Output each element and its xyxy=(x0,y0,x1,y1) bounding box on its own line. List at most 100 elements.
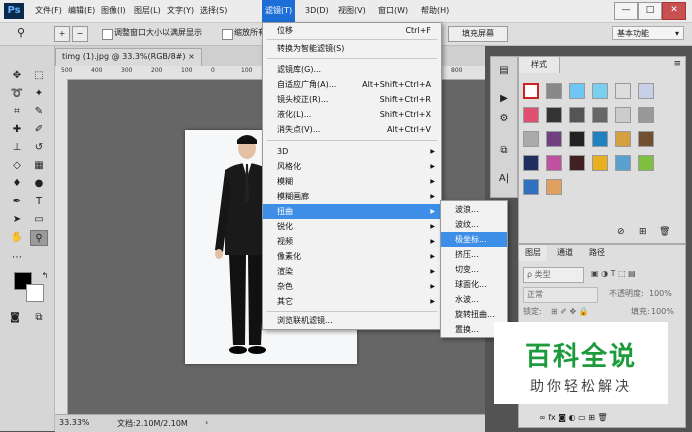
path-selection-icon[interactable]: ➤ xyxy=(8,212,26,228)
tab-paths[interactable]: 路径 xyxy=(583,245,611,261)
style-swatch[interactable] xyxy=(523,83,539,99)
style-swatch[interactable] xyxy=(592,131,608,147)
distort-item[interactable]: 波纹... xyxy=(441,217,507,232)
style-swatch[interactable] xyxy=(569,131,585,147)
eyedropper-icon[interactable]: ✎ xyxy=(30,104,48,120)
distort-item[interactable]: 切变... xyxy=(441,262,507,277)
styles-tab[interactable]: 样式 xyxy=(519,57,560,73)
history-icon[interactable]: ▤ xyxy=(496,63,512,79)
zoom-tool-icon[interactable]: ⚲ xyxy=(30,230,48,246)
menu-help[interactable]: 帮助(H) xyxy=(418,0,452,22)
brush-tool-icon[interactable]: ✐ xyxy=(30,122,48,138)
filter-menu-item[interactable]: 液化(L)... Shift+Ctrl+X xyxy=(263,107,441,122)
filter-menu-item[interactable]: 渲染 ▶ xyxy=(263,264,441,279)
filter-menu-item[interactable]: 转换为智能滤镜(S) xyxy=(263,41,441,56)
menu-select[interactable]: 选择(S) xyxy=(197,0,230,22)
lock-icons[interactable]: ⊞ ✐ ✥ 🔒 xyxy=(551,305,589,319)
filter-menu-item[interactable]: 模糊画廊 ▶ xyxy=(263,189,441,204)
play-action-icon[interactable]: ▶ xyxy=(496,91,512,107)
filter-menu-item[interactable]: 像素化 ▶ xyxy=(263,249,441,264)
filter-menu-item[interactable]: 浏览联机滤镜... xyxy=(263,313,441,328)
screen-mode-icon[interactable]: ⧉ xyxy=(30,310,48,326)
filter-menu-item[interactable]: 镜头校正(R)... Shift+Ctrl+R xyxy=(263,92,441,107)
style-swatch[interactable] xyxy=(546,83,562,99)
tab-channels[interactable]: 通道 xyxy=(551,245,579,261)
fill-value[interactable]: 100% xyxy=(651,305,674,319)
workspace-select[interactable]: 基本功能 ▾ xyxy=(612,26,684,40)
distort-item-polar-coordinates[interactable]: 极坐标... xyxy=(441,232,507,247)
filter-menu-item[interactable]: 杂色 ▶ xyxy=(263,279,441,294)
layer-filter-icons[interactable]: ▣ ◑ T ⬚ ▤ xyxy=(591,267,636,281)
marquee-tool-icon[interactable]: ⬚ xyxy=(30,68,48,84)
fill-screen-button[interactable]: 填充屏幕 xyxy=(448,26,508,42)
style-swatch[interactable] xyxy=(592,107,608,123)
opacity-value[interactable]: 100% xyxy=(649,287,672,301)
distort-item[interactable]: 波浪... xyxy=(441,202,507,217)
panel-menu-icon[interactable]: ≡ xyxy=(673,59,681,69)
distort-item[interactable]: 旋转扭曲... xyxy=(441,307,507,322)
style-swatch[interactable] xyxy=(615,155,631,171)
new-style-icon[interactable]: ⊞ xyxy=(639,227,647,237)
distort-item[interactable]: 挤压... xyxy=(441,247,507,262)
delete-icon[interactable]: 🗑 xyxy=(659,227,670,237)
clone-stamp-icon[interactable]: ⊥ xyxy=(8,140,26,156)
swap-colors-icon[interactable]: ↰ xyxy=(36,268,54,284)
zoom-out-icon[interactable]: − xyxy=(72,26,88,42)
filter-menu-item[interactable]: 位移 Ctrl+F xyxy=(263,23,441,38)
menu-layer[interactable]: 图层(L) xyxy=(131,0,164,22)
filter-menu-item[interactable]: 其它 ▶ xyxy=(263,294,441,309)
menu-image[interactable]: 图像(I) xyxy=(98,0,129,22)
menu-file[interactable]: 文件(F) xyxy=(32,0,65,22)
zoom-all-checkbox[interactable] xyxy=(222,29,233,40)
distort-item[interactable]: 水波... xyxy=(441,292,507,307)
gradient-tool-icon[interactable]: ▦ xyxy=(30,158,48,174)
menu-view[interactable]: 视图(V) xyxy=(335,0,369,22)
status-arrow-icon[interactable]: › xyxy=(205,418,208,427)
filter-menu-item[interactable]: 滤镜库(G)... xyxy=(263,62,441,77)
style-swatch[interactable] xyxy=(546,131,562,147)
style-swatch[interactable] xyxy=(546,179,562,195)
move-tool-icon[interactable]: ✥ xyxy=(8,68,26,84)
style-swatch[interactable] xyxy=(569,155,585,171)
style-swatch[interactable] xyxy=(615,131,631,147)
style-swatch[interactable] xyxy=(638,155,654,171)
style-swatch[interactable] xyxy=(546,155,562,171)
blend-mode-select[interactable]: 正常 xyxy=(523,287,598,303)
close-icon[interactable]: × xyxy=(188,52,195,61)
style-swatch[interactable] xyxy=(638,107,654,123)
filter-menu-item[interactable]: 模糊 ▶ xyxy=(263,174,441,189)
zoom-level[interactable]: 33.33% xyxy=(59,418,90,427)
eraser-tool-icon[interactable]: ◇ xyxy=(8,158,26,174)
style-swatch[interactable] xyxy=(523,179,539,195)
filter-menu-item[interactable]: 视频 ▶ xyxy=(263,234,441,249)
layer-footer-icons[interactable]: ∞ fx ◙ ◐ ▭ ⊞ 🗑 xyxy=(539,411,608,425)
zoom-in-icon[interactable]: + xyxy=(54,26,70,42)
zoom-tool-icon[interactable]: ⚲ xyxy=(14,26,28,40)
filter-menu-item-distort[interactable]: 扭曲 ▶ xyxy=(263,204,441,219)
blur-tool-icon[interactable]: ♦ xyxy=(8,176,26,192)
style-swatch[interactable] xyxy=(615,107,631,123)
document-tab[interactable]: timg (1).jpg @ 33.3%(RGB/8#) × xyxy=(55,48,202,67)
healing-brush-icon[interactable]: ✚ xyxy=(8,122,26,138)
dodge-tool-icon[interactable]: ● xyxy=(30,176,48,192)
more-tools-icon[interactable]: ⋯ xyxy=(8,250,26,266)
style-swatch[interactable] xyxy=(546,107,562,123)
type-tool-icon[interactable]: T xyxy=(30,194,48,210)
hand-tool-icon[interactable]: ✋ xyxy=(8,230,26,246)
menu-3d[interactable]: 3D(D) xyxy=(302,0,332,22)
settings-icon[interactable]: ⚙ xyxy=(496,111,512,127)
menu-type[interactable]: 文字(Y) xyxy=(164,0,197,22)
lasso-tool-icon[interactable]: ➰ xyxy=(8,86,26,102)
distort-item[interactable]: 球面化... xyxy=(441,277,507,292)
filter-menu-item[interactable]: 风格化 ▶ xyxy=(263,159,441,174)
history-brush-icon[interactable]: ↺ xyxy=(30,140,48,156)
clear-style-icon[interactable]: ⊘ xyxy=(617,227,625,237)
style-swatch[interactable] xyxy=(523,107,539,123)
menu-filter[interactable]: 滤镜(T) xyxy=(262,0,296,22)
menu-window[interactable]: 窗口(W) xyxy=(375,0,411,22)
style-swatch[interactable] xyxy=(523,131,539,147)
filter-menu-item[interactable]: 3D ▶ xyxy=(263,144,441,159)
style-swatch[interactable] xyxy=(592,83,608,99)
close-button[interactable]: ✕ xyxy=(662,2,686,20)
filter-menu-item[interactable]: 消失点(V)... Alt+Ctrl+V xyxy=(263,122,441,137)
